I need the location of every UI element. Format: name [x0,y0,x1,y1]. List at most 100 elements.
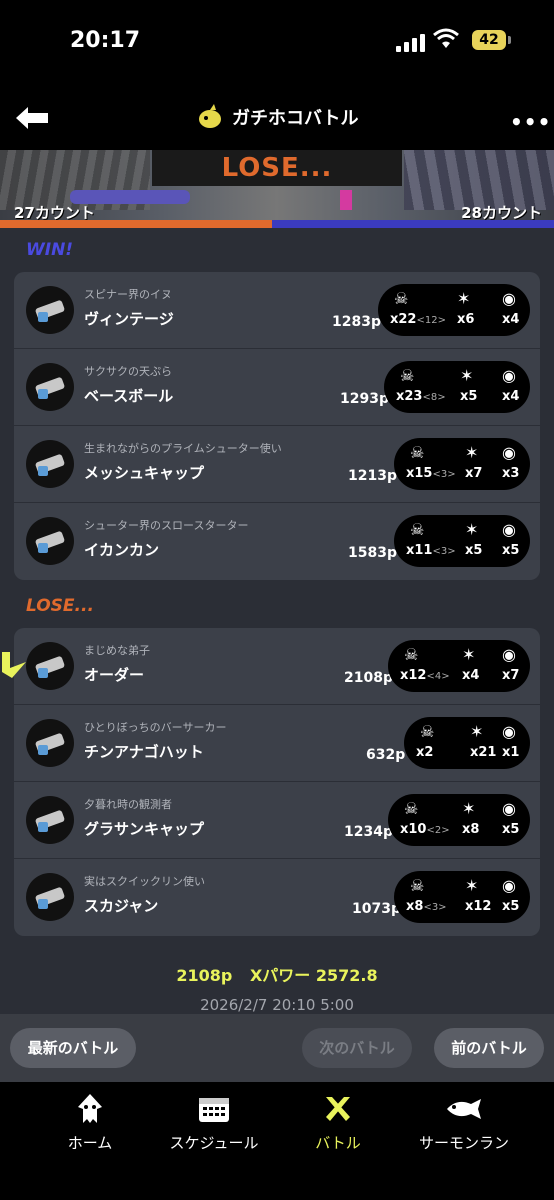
kill-icon: ☠ [404,645,419,664]
player-stats: ☠ ✶ ◉ x23<8> x5 x4 [384,361,530,413]
header-title-text: ガチホコバトル [232,108,359,129]
special-weapon-count: x4 [502,389,520,404]
squid-icon [78,1094,102,1123]
special-count: x6 [457,312,475,327]
player-stats: ☠ ✶ ◉ x2 x21 x1 [404,717,530,769]
special-icon: ✶ [462,645,476,664]
special-weapon-icon: ◉ [502,645,516,664]
prev-battle-button[interactable]: 前のバトル [434,1028,544,1068]
battery-icon: 42 [472,30,511,50]
player-row[interactable]: ひとりぼっちのバーサーカー チンアナゴハット 632p ☠ ✶ ◉ x2 x21 x1 [14,705,540,782]
app-header: ガチホコバトル ••• [0,90,554,150]
special-count: x8 [462,822,480,837]
bottom-tab-bar: ホーム スケジュール バトル サーモンラン [0,1082,554,1200]
player-power: 1234p [344,824,393,840]
special-icon: ✶ [462,799,476,818]
result-label: LOSE... [152,150,402,186]
player-stats: ☠ ✶ ◉ x8<3> x12 x5 [394,871,530,923]
weapon-icon [26,719,74,767]
tab-salmon-run[interactable]: サーモンラン [394,1092,534,1153]
special-icon: ✶ [457,289,471,308]
player-name: ヴィンテージ [84,310,174,328]
summary-xpower: Xパワー 2572.8 [249,966,378,985]
player-name: メッシュキャップ [84,464,205,482]
special-weapon-count: x7 [502,668,520,683]
tab-battle[interactable]: バトル [268,1092,408,1153]
player-name: スカジャン [84,897,159,915]
player-name: オーダー [84,666,145,684]
kill-count: x10<2> [400,822,450,837]
player-title: シューター界のスロースターター [84,519,249,532]
kill-count: x22<12> [390,312,446,327]
player-row[interactable]: 夕暮れ時の観測者 グラサンキャップ 1234p ☠ ✶ ◉ x10<2> x8 x5 [14,782,540,859]
special-weapon-count: x3 [502,466,520,481]
back-arrow-icon[interactable] [14,104,50,132]
special-weapon-icon: ◉ [502,876,516,895]
calendar-icon [199,1098,229,1122]
salmon-icon [447,1099,481,1119]
player-power: 1213p [348,468,397,484]
latest-battle-button[interactable]: 最新のバトル [10,1028,136,1068]
player-row[interactable]: 実はスクイックリン使い スカジャン 1073p ☠ ✶ ◉ x8<3> x12 x5 [14,859,540,936]
kill-count: x15<3> [406,466,456,481]
special-icon: ✶ [465,876,479,895]
player-power: 1583p [348,545,397,561]
player-title: 実はスクイックリン使い [84,875,205,888]
special-count: x21 [470,745,497,760]
weapon-icon [26,440,74,488]
player-row[interactable]: シューター界のスロースターター イカンカン 1583p ☠ ✶ ◉ x11<3> x5 x5 [14,503,540,580]
lose-section-title: LOSE... [26,596,94,616]
battle-nav-bar: 最新のバトル 次のバトル 前のバトル [0,1014,554,1082]
rainmaker-icon [199,104,221,128]
stage-image-right [404,150,554,210]
special-icon: ✶ [460,366,474,385]
battle-datetime: 2026/2/7 20:10 5:00 [200,996,354,1014]
player-row[interactable]: スピナー界のイヌ ヴィンテージ 1283p ☠ ✶ ◉ x22<12> x6 x4 [14,272,540,349]
lose-team-card: まじめな弟子 オーダー 2108p ☠ ✶ ◉ x12<4> x4 x7 ひとりぼっちのバーサーカ… [14,628,540,936]
player-row[interactable]: 生まれながらのプライムシューター使いメッシュキャップ 1213p ☠ ✶ ◉ x15<3>… [14,426,540,503]
more-icon[interactable]: ••• [510,110,551,134]
player-name: チンアナゴハット [84,743,204,761]
special-icon: ✶ [465,520,479,539]
kill-count: x12<4> [400,668,450,683]
signal-icon [396,34,425,52]
stage-image-detail [340,190,352,210]
player-row[interactable]: まじめな弟子 オーダー 2108p ☠ ✶ ◉ x12<4> x4 x7 [14,628,540,705]
tab-schedule[interactable]: スケジュール [144,1092,284,1153]
special-weapon-icon: ◉ [502,289,516,308]
summary-power: 2108p [176,966,233,985]
player-stats: ☠ ✶ ◉ x22<12> x6 x4 [378,284,530,336]
special-count: x12 [465,899,492,914]
special-weapon-count: x1 [502,745,520,760]
status-bar: 20:17 42 [0,0,554,90]
kill-icon: ☠ [410,876,425,895]
weapon-icon [26,286,74,334]
wifi-icon [433,28,459,48]
special-weapon-icon: ◉ [502,520,516,539]
player-stats: ☠ ✶ ◉ x15<3> x7 x3 [394,438,530,490]
special-weapon-count: x5 [502,899,520,914]
kill-icon: ☠ [394,289,409,308]
weapon-icon [26,873,74,921]
player-name: イカンカン [84,541,160,559]
player-power: 632p [366,747,406,763]
player-row[interactable]: サクサクの天ぷら ベースボール 1293p ☠ ✶ ◉ x23<8> x5 x4 [14,349,540,426]
team-bar-orange [0,220,272,228]
kill-count: x23<8> [396,389,446,404]
player-title: サクサクの天ぷら [84,365,172,378]
tab-battle-label: バトル [315,1134,361,1152]
player-stats: ☠ ✶ ◉ x12<4> x4 x7 [388,640,530,692]
special-weapon-icon: ◉ [502,722,516,741]
player-power: 1073p [352,901,401,917]
header-title: ガチホコバトル [196,104,359,130]
player-title: 生まれながらのプライムシューター使い [84,442,282,455]
player-stats: ☠ ✶ ◉ x11<3> x5 x5 [394,515,530,567]
tab-home[interactable]: ホーム [20,1092,160,1153]
win-section-title: WIN! [26,240,74,260]
special-weapon-icon: ◉ [502,799,516,818]
weapon-icon [26,642,74,690]
player-power: 1283p [332,314,381,330]
kill-count: x11<3> [406,543,456,558]
next-battle-button[interactable]: 次のバトル [302,1028,412,1068]
player-name: ベースボール [84,387,174,405]
